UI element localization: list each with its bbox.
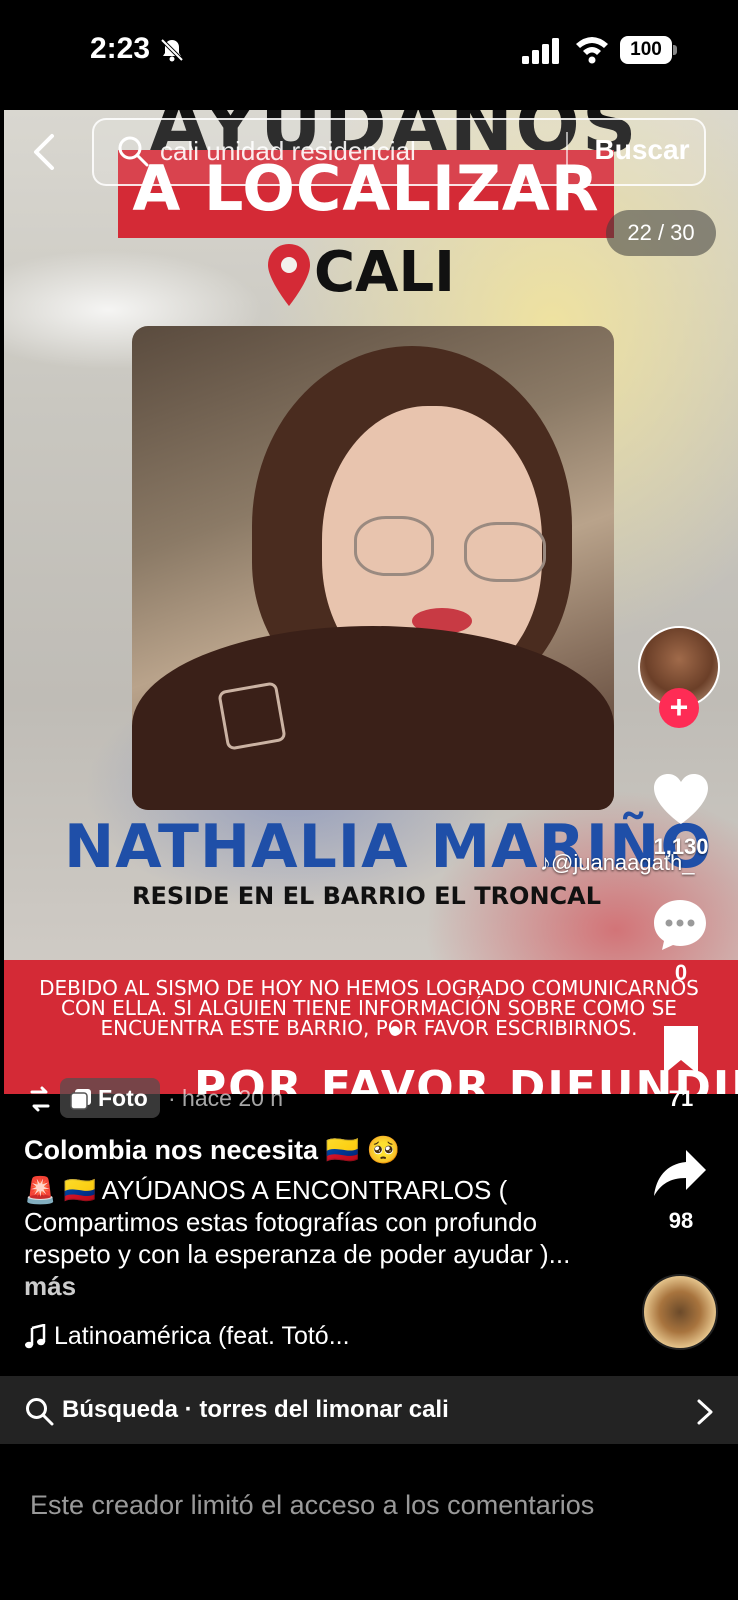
- search-icon: [118, 136, 149, 167]
- comment-icon[interactable]: [652, 898, 708, 952]
- caption-title: Colombia nos necesita 🇨🇴 🥺: [24, 1135, 401, 1165]
- share-icon[interactable]: [652, 1148, 708, 1200]
- search-icon: [26, 1398, 54, 1426]
- search-suggestion-text[interactable]: Búsqueda · torres del limonar cali: [62, 1396, 449, 1424]
- photo-glasses-right: [464, 522, 546, 582]
- photo-glasses-left: [354, 516, 434, 576]
- post-time: · hace 20 h: [168, 1085, 284, 1111]
- missing-person-photo: [132, 326, 614, 810]
- caption-more-link[interactable]: más: [24, 1271, 76, 1301]
- carousel-counter: 22 / 30: [606, 210, 716, 256]
- music-title[interactable]: Latinoamérica (feat. Totó...: [54, 1322, 350, 1351]
- share-count: 98: [668, 1208, 694, 1233]
- comments-limited-notice: Este creador limitó el acceso a los come…: [30, 1490, 595, 1520]
- poster-barrio: RESIDE EN EL BARRIO EL TRONCAL: [132, 882, 602, 910]
- bookmark-count: 71: [668, 1086, 694, 1111]
- chevron-right-icon[interactable]: [696, 1398, 714, 1426]
- photo-shirt: [132, 626, 614, 810]
- search-button[interactable]: Buscar: [580, 134, 704, 166]
- back-arrow-icon[interactable]: [28, 130, 58, 174]
- bookmark-icon[interactable]: [660, 1024, 702, 1076]
- post-type-label: Foto: [98, 1085, 148, 1111]
- wifi-icon: [576, 37, 608, 64]
- status-time: 2:23: [90, 32, 151, 65]
- carousel-indicator-dot: [390, 1026, 400, 1036]
- status-bar: 2:23 100: [0, 0, 738, 110]
- location-pin-icon: [268, 244, 310, 306]
- follow-button[interactable]: +: [659, 688, 699, 728]
- comment-count: 0: [674, 960, 688, 985]
- repost-icon: [30, 1086, 50, 1112]
- search-divider: [566, 132, 568, 172]
- poster-notice: DEBIDO AL SISMO DE HOY NO HEMOS LOGRADO …: [39, 976, 699, 1040]
- battery-tip: [673, 45, 677, 55]
- caption-body[interactable]: 🚨 🇨🇴 AYÚDANOS A ENCONTRARLOS ( Compartim…: [24, 1174, 614, 1302]
- bell-mute-icon: [160, 38, 184, 62]
- music-note-icon: [25, 1324, 46, 1349]
- like-count: 1,130: [653, 834, 709, 859]
- search-input[interactable]: cali unidad residencial: [160, 136, 416, 167]
- battery-indicator: 100: [620, 36, 672, 64]
- caption-text: 🚨 🇨🇴 AYÚDANOS A ENCONTRARLOS ( Compartim…: [24, 1175, 571, 1269]
- post-image[interactable]: AYÚDANOS A LOCALIZAR CALI NATHALIA MARIÑ…: [4, 110, 738, 1094]
- poster-city: CALI: [314, 240, 455, 305]
- signal-icon: [522, 38, 559, 64]
- photo-stack-icon: [70, 1089, 91, 1110]
- heart-icon[interactable]: [652, 772, 710, 826]
- shirt-logo: [217, 681, 287, 751]
- music-disc-icon[interactable]: [642, 1274, 718, 1350]
